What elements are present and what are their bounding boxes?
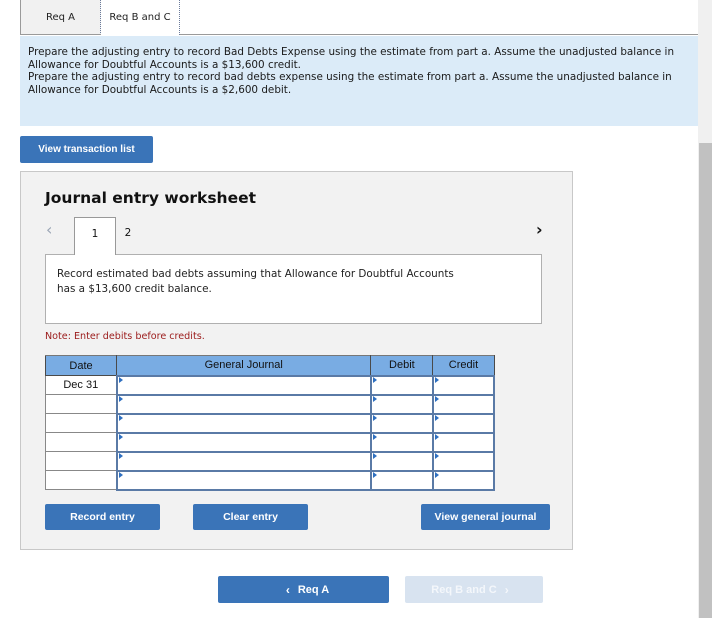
debit-input[interactable] [369, 469, 434, 491]
view-general-journal-button[interactable]: View general journal [421, 504, 550, 530]
debit-input[interactable] [369, 412, 434, 434]
credit-input[interactable] [431, 431, 496, 453]
header-debit: Debit [370, 355, 434, 376]
worksheet-title: Journal entry worksheet [45, 189, 257, 207]
view-transaction-list-button[interactable]: View transaction list [20, 136, 153, 163]
chevron-left-icon: ‹ [285, 582, 290, 597]
journal-table: Date General Journal Debit Credit Dec 31 [44, 355, 496, 491]
date-cell [44, 470, 118, 490]
chevron-right-icon: › [504, 582, 509, 597]
tab-req-a[interactable]: Req A [20, 0, 101, 35]
header-credit: Credit [432, 355, 495, 376]
record-entry-button[interactable]: Record entry [45, 504, 160, 530]
tab-req-b-and-c[interactable]: Req B and C [101, 0, 180, 35]
table-row [44, 469, 496, 491]
table-row: Dec 31 [44, 374, 496, 396]
table-row [44, 393, 496, 415]
table-row [44, 412, 496, 434]
account-input[interactable] [115, 412, 372, 434]
vertical-scrollbar[interactable] [698, 0, 712, 618]
account-input[interactable] [115, 393, 372, 415]
credit-input[interactable] [431, 412, 496, 434]
chevron-left-icon[interactable]: ‹ [46, 220, 52, 239]
requirement-tabs: Req A Req B and C [20, 0, 700, 35]
instruction-line: Prepare the adjusting entry to record ba… [28, 71, 672, 83]
note-text: Note: Enter debits before credits. [45, 331, 205, 342]
journal-entry-worksheet: Journal entry worksheet ‹ 1 2 › Record e… [20, 171, 573, 550]
header-date: Date [44, 355, 118, 376]
page-tab-2[interactable]: 2 [116, 217, 140, 254]
instruction-line: Allowance for Doubtful Accounts is a $13… [28, 58, 301, 71]
tab-divider [180, 34, 700, 35]
date-cell [44, 432, 118, 452]
date-cell [44, 413, 118, 433]
table-row [44, 450, 496, 472]
date-cell [44, 451, 118, 471]
entry-description: Record estimated bad debts assuming that… [45, 254, 542, 324]
prev-requirement-label: Req A [297, 583, 330, 596]
chevron-right-icon[interactable]: › [536, 220, 543, 239]
credit-input[interactable] [431, 393, 496, 415]
tab-divider [20, 34, 101, 35]
prev-requirement-button[interactable]: ‹ Req A [218, 576, 389, 603]
debit-input[interactable] [369, 374, 434, 396]
credit-input[interactable] [431, 374, 496, 396]
credit-input[interactable] [431, 450, 496, 472]
debit-input[interactable] [369, 450, 434, 472]
page-tab-1[interactable]: 1 [74, 217, 116, 255]
date-cell [44, 394, 118, 414]
scrollbar-thumb[interactable] [699, 143, 712, 618]
description-line: has a $13,600 credit balance. [57, 283, 212, 295]
next-requirement-label: Req B and C [431, 583, 497, 596]
account-input[interactable] [115, 469, 372, 491]
instructions-panel: Prepare the adjusting entry to record Ba… [20, 36, 698, 126]
instruction-line: Prepare the adjusting entry to record Ba… [28, 46, 675, 58]
account-input[interactable] [115, 431, 372, 453]
debit-input[interactable] [369, 393, 434, 415]
header-general-journal: General Journal [116, 355, 372, 376]
debit-input[interactable] [369, 431, 434, 453]
description-line: Record estimated bad debts assuming that… [57, 268, 454, 280]
instruction-line: Allowance for Doubtful Accounts is a $2,… [28, 83, 292, 96]
date-cell: Dec 31 [44, 375, 118, 395]
account-input[interactable] [115, 450, 372, 472]
next-requirement-button: Req B and C › [405, 576, 543, 603]
clear-entry-button[interactable]: Clear entry [193, 504, 308, 530]
credit-input[interactable] [431, 469, 496, 491]
table-row [44, 431, 496, 453]
account-input[interactable] [115, 374, 372, 396]
